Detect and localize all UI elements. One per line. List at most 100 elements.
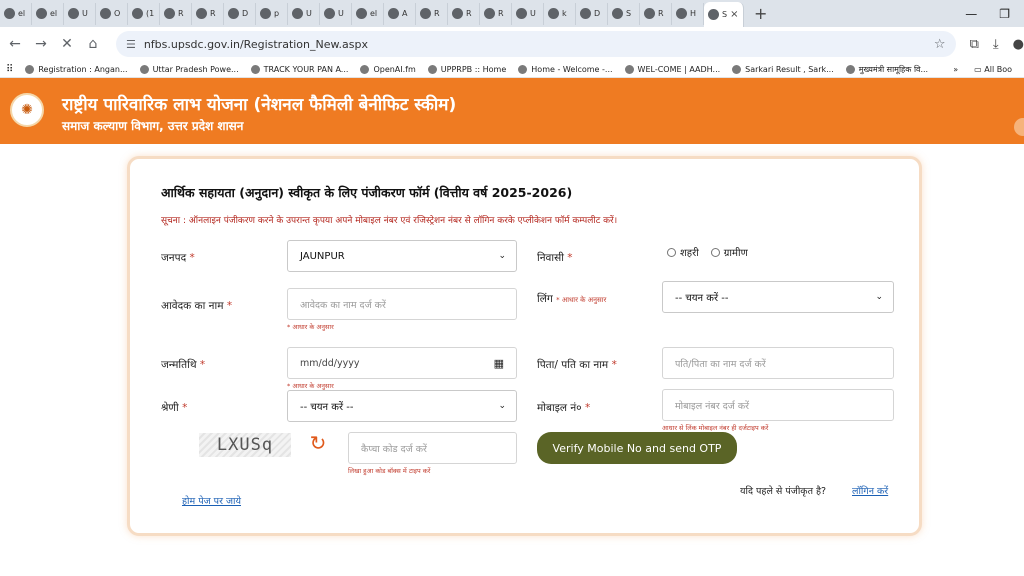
apps-grid-icon[interactable]: ⠿: [6, 64, 13, 75]
mobile-input[interactable]: मोबाइल नंबर दर्ज करें: [662, 389, 894, 421]
minimize-icon[interactable]: —: [965, 7, 977, 21]
maximize-icon[interactable]: ❐: [999, 7, 1010, 21]
bookmark-label: TRACK YOUR PAN A...: [263, 64, 349, 74]
new-tab-button[interactable]: +: [754, 4, 774, 23]
bookmark-label: Uttar Pradesh Powe...: [152, 64, 239, 74]
browser-tab[interactable]: R: [192, 2, 224, 25]
stop-loading-icon[interactable]: ✕: [56, 36, 78, 52]
favicon-icon: [68, 8, 79, 19]
favicon-icon: [324, 8, 335, 19]
district-select[interactable]: JAUNPUR ⌄: [287, 240, 517, 272]
dob-label: जन्मतिथि *: [161, 358, 205, 372]
tab-label: R: [434, 9, 440, 18]
favicon-icon: [612, 8, 623, 19]
bookmark-item[interactable]: UPPRPB :: Home: [427, 64, 506, 74]
bookmarks-more-button[interactable]: »: [953, 65, 958, 74]
home-icon[interactable]: ⌂: [82, 36, 104, 52]
browser-tab[interactable]: p: [256, 2, 288, 25]
browser-tab[interactable]: R: [448, 2, 480, 25]
tab-label: el: [50, 9, 58, 18]
mobile-placeholder: मोबाइल नंबर दर्ज करें: [675, 400, 750, 412]
radio-urban-label: शहरी: [680, 248, 699, 259]
chevron-down-icon: ⌄: [498, 251, 506, 261]
site-subtitle: समाज कल्याण विभाग, उत्तर प्रदेश शासन: [62, 119, 244, 133]
district-label-text: जनपद: [161, 252, 187, 264]
chevron-down-icon: ⌄: [498, 401, 506, 411]
bookmark-item[interactable]: Uttar Pradesh Powe...: [139, 64, 239, 74]
browser-tab[interactable]: H: [672, 2, 704, 25]
header-side-icon: [1014, 118, 1024, 136]
bookmark-star-icon[interactable]: ☆: [934, 37, 946, 52]
forward-icon[interactable]: →: [30, 36, 52, 52]
all-bookmarks-button[interactable]: ▭ All Boo: [974, 65, 1012, 74]
back-icon[interactable]: ←: [4, 36, 26, 52]
browser-tab[interactable]: k: [544, 2, 576, 25]
radio-rural[interactable]: [710, 247, 720, 257]
url-text[interactable]: nfbs.upsdc.gov.in/Registration_New.aspx: [144, 38, 934, 51]
bookmark-favicon-icon: [624, 64, 634, 74]
bookmark-label: Sarkari Result , Sark...: [745, 64, 834, 74]
father-name-input[interactable]: पति/पिता का नाम दर्ज करें: [662, 347, 894, 379]
browser-tab[interactable]: D: [576, 2, 608, 25]
browser-tab[interactable]: R: [160, 2, 192, 25]
bookmark-item[interactable]: Home - Welcome -...: [518, 64, 613, 74]
verify-mobile-send-otp-button[interactable]: Verify Mobile No and send OTP: [537, 432, 737, 464]
close-tab-icon[interactable]: ×: [730, 9, 738, 20]
extensions-icon[interactable]: ⧉: [970, 37, 979, 52]
bookmark-label: Registration : Angan...: [38, 64, 128, 74]
category-select-value: -- चयन करें --: [300, 402, 354, 413]
applicant-name-input[interactable]: आवेदक का नाम दर्ज करें: [287, 288, 517, 320]
dob-input[interactable]: mm/dd/yyyy ▦: [287, 347, 517, 379]
login-link[interactable]: लॉगिन करें: [852, 484, 888, 497]
browser-tab[interactable]: el: [32, 2, 64, 25]
browser-tab[interactable]: S: [608, 2, 640, 25]
browser-tab-active[interactable]: S ×: [704, 1, 744, 28]
download-icon[interactable]: ⤓: [993, 37, 999, 52]
radio-urban[interactable]: [667, 247, 676, 257]
browser-tab[interactable]: R: [640, 2, 672, 25]
category-label: श्रेणी *: [161, 401, 187, 415]
captcha-input[interactable]: कैप्चा कोड दर्ज करें: [348, 432, 517, 464]
bookmark-item[interactable]: OpenAI.fm: [360, 64, 416, 74]
favicon-icon: [708, 9, 719, 20]
browser-tab[interactable]: D: [224, 2, 256, 25]
bookmark-item[interactable]: Registration : Angan...: [25, 64, 128, 74]
browser-tab[interactable]: U: [288, 2, 320, 25]
required-mark: *: [584, 402, 591, 414]
refresh-captcha-icon[interactable]: ↻: [307, 431, 329, 455]
toolbar-actions: ⧉ ⤓ ●: [970, 37, 1024, 52]
tab-label: O: [114, 9, 121, 18]
favicon-icon: [388, 8, 399, 19]
bookmark-item[interactable]: Sarkari Result , Sark...: [732, 64, 834, 74]
category-select[interactable]: -- चयन करें -- ⌄: [287, 390, 517, 422]
site-info-icon[interactable]: ☰: [126, 38, 136, 51]
address-bar[interactable]: ☰ nfbs.upsdc.gov.in/Registration_New.asp…: [115, 31, 956, 57]
browser-tab[interactable]: U: [512, 2, 544, 25]
bookmarks-overflow: » ▭ All Boo: [953, 65, 1012, 74]
bookmarks-bar: ⠿ Registration : Angan... Uttar Pradesh P…: [0, 61, 1024, 78]
category-label-text: श्रेणी: [161, 402, 179, 414]
tab-label: R: [466, 9, 472, 18]
home-page-link[interactable]: होम पेज पर जाये: [182, 494, 241, 507]
browser-tab[interactable]: A: [384, 2, 416, 25]
bookmark-favicon-icon: [845, 64, 855, 74]
browser-tab[interactable]: (1: [128, 2, 160, 25]
father-name-label-text: पिता/ पति का नाम: [537, 359, 609, 371]
browser-tab[interactable]: O: [96, 2, 128, 25]
bookmark-item[interactable]: WEL-COME | AADH...: [624, 64, 720, 74]
browser-tab[interactable]: el: [352, 2, 384, 25]
browser-tab[interactable]: R: [416, 2, 448, 25]
favicon-icon: [548, 8, 559, 19]
browser-tab[interactable]: el: [0, 2, 32, 25]
profile-icon[interactable]: ●: [1013, 37, 1024, 52]
browser-tab[interactable]: U: [64, 2, 96, 25]
tab-label: D: [242, 9, 249, 18]
bookmark-item[interactable]: TRACK YOUR PAN A...: [250, 64, 349, 74]
gender-select[interactable]: -- चयन करें -- ⌄: [662, 281, 894, 313]
radio-rural-label: ग्रामीण: [723, 248, 748, 259]
bookmark-label: OpenAI.fm: [373, 64, 416, 74]
browser-tab[interactable]: R: [480, 2, 512, 25]
calendar-icon[interactable]: ▦: [494, 357, 504, 370]
browser-tab[interactable]: U: [320, 2, 352, 25]
bookmark-item[interactable]: मुख्यमंत्री सामूहिक वि...: [845, 64, 928, 75]
